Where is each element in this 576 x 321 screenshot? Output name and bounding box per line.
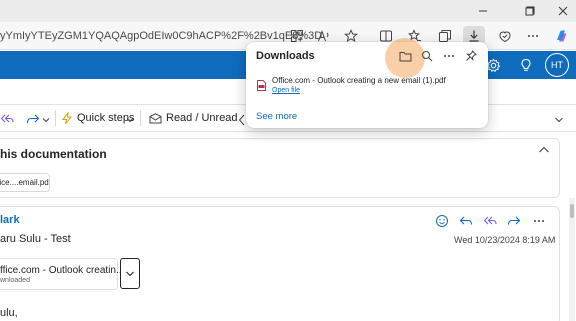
maximize-icon[interactable] <box>515 2 545 20</box>
attachment-options-button[interactable] <box>120 258 140 289</box>
reply-all-icon[interactable] <box>0 110 14 128</box>
tips-lightbulb-icon[interactable] <box>517 56 535 74</box>
toolbar-divider <box>140 110 141 126</box>
reply-all-icon[interactable] <box>481 212 499 230</box>
message-more-icon[interactable] <box>530 212 548 230</box>
browser-titlebar <box>0 0 576 22</box>
emoji-reaction-icon[interactable] <box>433 212 451 230</box>
recipient-line: aru Sulu - Test <box>0 233 71 245</box>
attachment-status: wnloaded <box>0 277 30 284</box>
see-more-link[interactable]: See more <box>256 111 297 122</box>
quick-steps-dropdown-icon[interactable] <box>126 111 134 129</box>
read-unread-button[interactable]: Read / Unread <box>149 109 238 127</box>
open-file-link[interactable]: Open file <box>272 87 300 94</box>
message-date: Wed 10/23/2024 8:19 AM <box>454 235 556 245</box>
downloads-more-options-icon[interactable] <box>440 47 458 65</box>
forward-icon[interactable] <box>505 212 523 230</box>
pdf-file-icon <box>257 80 266 91</box>
chevron-down-icon <box>126 271 134 276</box>
downloads-title: Downloads <box>256 50 315 62</box>
url-field[interactable]: yYmIyYTEyZGM1YQAQAgpOdEIw0C9hACP%2F%2Bv1… <box>0 30 322 42</box>
pin-downloads-icon[interactable] <box>462 47 480 65</box>
downloads-panel: Downloads Office.com - Outlook creating … <box>246 38 488 128</box>
quick-steps-button[interactable]: Quick steps <box>61 109 134 127</box>
lightning-icon <box>61 111 73 124</box>
downloaded-file-name[interactable]: Office.com - Outlook creating a new emai… <box>272 76 446 85</box>
email-subject: his documentation <box>0 147 107 161</box>
open-downloads-folder-icon[interactable] <box>396 47 414 65</box>
search-downloads-icon[interactable] <box>418 47 436 65</box>
reply-icon[interactable] <box>457 212 475 230</box>
read-unread-label: Read / Unread <box>166 112 238 124</box>
forward-dropdown-icon[interactable] <box>42 111 50 129</box>
scrollbar-thumb[interactable] <box>570 204 574 218</box>
forward-icon[interactable] <box>26 110 40 128</box>
collapse-chevron-icon[interactable] <box>537 145 551 155</box>
more-options-icon[interactable] <box>522 26 544 46</box>
attachment-chip[interactable]: ffice....email.pdf <box>0 173 50 192</box>
copilot-icon[interactable] <box>550 26 572 46</box>
close-icon[interactable] <box>548 2 576 20</box>
toolbar-divider <box>55 110 56 126</box>
minimize-icon[interactable] <box>468 2 498 20</box>
avatar[interactable]: HT <box>545 53 569 77</box>
message-body-greeting: ulu, <box>0 307 18 319</box>
toolbar-overflow-chevron-icon[interactable] <box>554 111 564 129</box>
envelope-icon <box>149 112 162 123</box>
browser-essentials-icon[interactable] <box>494 26 516 46</box>
attachment-name[interactable]: ffice.com - Outlook creatin... <box>0 265 124 276</box>
sender-name[interactable]: lark <box>0 214 20 226</box>
